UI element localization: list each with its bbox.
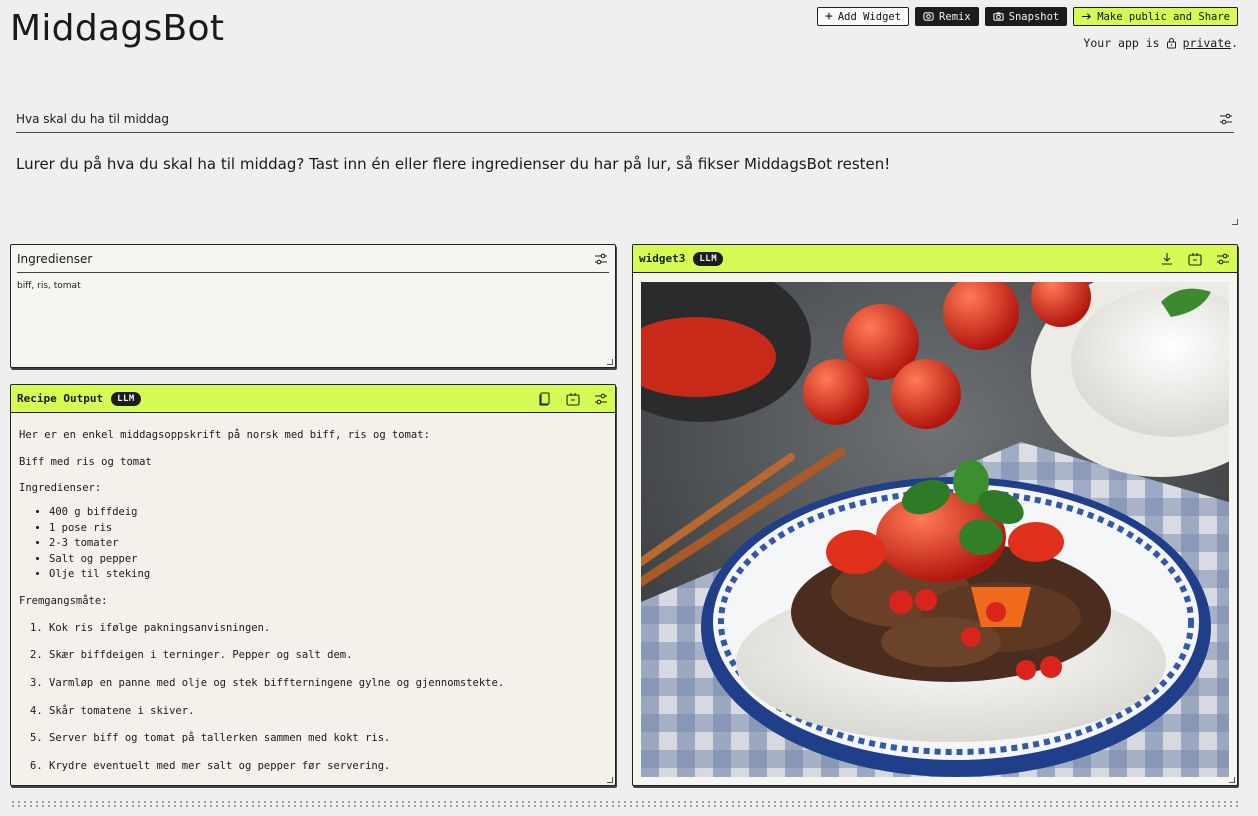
visibility-suffix: . (1231, 36, 1238, 50)
list-item: 1 pose ris (49, 522, 607, 536)
ingredients-input[interactable]: biff, ris, tomat (11, 273, 615, 299)
plus-icon: + (825, 9, 833, 24)
list-item: Server biff og tomat på tallerken sammen… (49, 732, 607, 746)
regenerate-icon[interactable] (565, 391, 581, 407)
remix-icon (923, 12, 934, 21)
app-title: MiddagsBot (10, 8, 225, 49)
snapshot-button[interactable]: Snapshot (984, 7, 1068, 26)
intro-header: Hva skal du ha til middag (16, 105, 1234, 133)
method-heading: Fremgangsmåte: (19, 595, 108, 608)
image-widget-header: widget3 LLM (633, 245, 1237, 273)
intro-widget: Hva skal du ha til middag Lurer du på hv… (10, 105, 1240, 227)
add-widget-label: Add Widget (837, 10, 902, 23)
list-item: 2-3 tomater (49, 537, 607, 551)
resize-handle[interactable] (607, 777, 613, 783)
list-item: Kok ris ifølge pakningsanvisningen. (49, 622, 607, 636)
toolbar: + Add Widget Remix Snapshot Make public … (817, 7, 1238, 26)
visibility-link[interactable]: private (1183, 36, 1231, 50)
recipe-dish: Biff med ris og tomat (19, 455, 152, 468)
list-item: 400 g biffdeig (49, 506, 607, 520)
remix-button[interactable]: Remix (915, 7, 979, 26)
copy-icon[interactable] (537, 391, 553, 407)
resize-handle[interactable] (607, 359, 613, 365)
recipe-header: Recipe Output LLM (11, 385, 615, 413)
ingredients-heading: Ingredienser: (19, 482, 102, 495)
list-item: Varmløp en panne med olje og stek biffte… (49, 677, 607, 691)
list-item: Salt og pepper (49, 553, 607, 567)
recipe-content: Her er en enkel middagsoppskrift på nors… (11, 413, 615, 785)
ingredients-panel: Ingredienser biff, ris, tomat (10, 244, 616, 368)
recipe-intro: Her er en enkel middagsoppskrift på nors… (19, 429, 430, 441)
ingredients-header: Ingredienser (17, 245, 609, 273)
snapshot-label: Snapshot (1008, 10, 1060, 23)
food-image (641, 282, 1229, 777)
arrow-right-icon (1082, 13, 1092, 20)
intro-text: Lurer du på hva du skal ha til middag? T… (16, 155, 891, 173)
visibility-status: Your app is private. (1083, 36, 1238, 50)
make-public-button[interactable]: Make public and Share (1073, 7, 1238, 26)
add-widget-button[interactable]: + Add Widget (817, 7, 910, 26)
remix-label: Remix (939, 10, 971, 23)
list-item: Olje til steking (49, 568, 607, 582)
recipe-title: Recipe Output (17, 392, 104, 405)
llm-badge: LLM (111, 391, 141, 406)
recipe-output-panel: Recipe Output LLM Her er en enkel middag… (10, 384, 616, 786)
llm-badge: LLM (693, 251, 724, 266)
settings-sliders-icon[interactable] (1218, 111, 1234, 127)
intro-label: Hva skal du ha til middag (16, 111, 170, 126)
list-item: Skår tomatene i skiver. (49, 705, 607, 719)
regenerate-icon[interactable] (1187, 251, 1203, 267)
lock-icon (1166, 38, 1176, 49)
settings-sliders-icon[interactable] (593, 391, 609, 407)
resize-handle[interactable] (1232, 219, 1238, 225)
image-widget-panel: widget3 LLM (632, 244, 1238, 786)
visibility-prefix: Your app is (1083, 36, 1160, 50)
list-item: Krydre eventuelt med mer salt og pepper … (49, 760, 607, 774)
ingredient-list: 400 g biffdeig 1 pose ris 2-3 tomater Sa… (19, 506, 607, 582)
list-item: Skær biffdeigen i terninger. Pepper og s… (49, 649, 607, 663)
step-list: Kok ris ifølge pakningsanvisningen. Skær… (19, 622, 607, 774)
settings-sliders-icon[interactable] (593, 251, 609, 267)
make-public-label: Make public and Share (1097, 10, 1230, 23)
ingredients-label: Ingredienser (17, 251, 93, 266)
settings-sliders-icon[interactable] (1215, 251, 1231, 267)
download-icon[interactable] (1159, 251, 1175, 267)
widget-title: widget3 (639, 252, 686, 265)
camera-icon (993, 12, 1004, 21)
divider (10, 800, 1238, 808)
resize-handle[interactable] (1229, 777, 1235, 783)
